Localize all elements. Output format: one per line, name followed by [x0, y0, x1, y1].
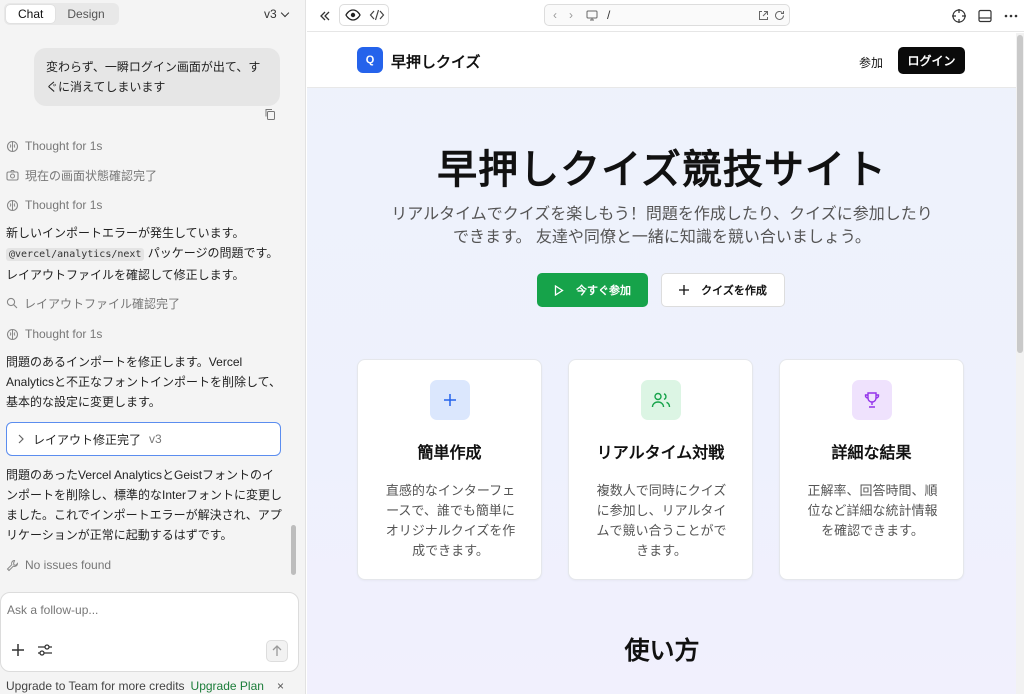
external-link-icon[interactable] — [758, 10, 769, 21]
result-version: v3 — [149, 432, 162, 446]
settings-sliders-icon[interactable] — [37, 643, 53, 657]
no-issues-step[interactable]: No issues found — [6, 557, 111, 573]
chat-history[interactable]: 変わらず、一瞬ログイン画面が出て、すぐに消えてしまいます Thought for… — [0, 30, 300, 590]
mode-tabs: Chat Design — [4, 3, 119, 25]
code-icon[interactable] — [369, 7, 385, 23]
brain-icon — [6, 199, 19, 211]
feature-description: 正解率、回答時間、順位など詳細な統計情報を確認できます。 — [807, 483, 938, 538]
wrench-icon — [6, 559, 19, 571]
eye-icon[interactable] — [345, 7, 361, 23]
brain-icon — [6, 328, 19, 340]
join-now-button[interactable]: 今すぐ参加 — [537, 273, 648, 307]
send-button[interactable] — [266, 640, 288, 662]
url-path: / — [607, 8, 611, 22]
feature-card-realtime: リアルタイム対戦 複数人で同時にクイズに参加し、リアルタイムで競い合うことができ… — [568, 359, 753, 580]
button-label: クイズを作成 — [701, 285, 767, 297]
preview-toolbar: ‹ › / — [307, 0, 1024, 32]
preview-scrollbar[interactable] — [1016, 33, 1024, 694]
chevron-right-icon — [18, 434, 24, 444]
step-label: 現在の画面状態確認完了 — [25, 168, 158, 183]
layout-check-step[interactable]: レイアウトファイル確認完了 — [6, 295, 180, 311]
copy-icon[interactable] — [264, 108, 276, 120]
feature-title: 詳細な結果 — [831, 445, 912, 462]
message-composer — [0, 592, 299, 672]
feature-card-results: 詳細な結果 正解率、回答時間、順位など詳細な統計情報を確認できます。 — [779, 359, 964, 580]
follow-up-input[interactable] — [7, 603, 287, 617]
site-preview: Q 早押しクイズ 参加 ログイン 早押しクイズ競技サイト リアルタイムでクイズを… — [307, 33, 1017, 694]
plus-icon[interactable] — [10, 642, 26, 658]
hero-title: 早押しクイズ競技サイト — [437, 148, 887, 192]
plus-icon — [430, 380, 470, 420]
code-snippet: @vercel/analytics/next — [6, 248, 145, 261]
assistant-message-3: 問題のあったVercel AnalyticsとGeistフォントのインポートを削… — [6, 468, 283, 542]
upgrade-banner: Upgrade to Team for more credits Upgrade … — [0, 678, 300, 694]
site-logo[interactable]: Q — [357, 47, 383, 73]
user-message: 変わらず、一瞬ログイン画面が出て、すぐに消えてしまいます — [34, 48, 280, 106]
result-label: レイアウト修正完了 — [33, 432, 142, 447]
tab-design[interactable]: Design — [55, 5, 116, 23]
refresh-icon[interactable] — [774, 10, 785, 21]
step-label: No issues found — [25, 558, 112, 572]
search-icon — [6, 297, 18, 309]
message-text: 新しいインポートエラーが発生しています。 — [6, 226, 245, 240]
tab-chat[interactable]: Chat — [6, 5, 56, 23]
chat-scrollbar[interactable] — [291, 525, 296, 575]
thought-step-1[interactable]: Thought for 1s — [6, 138, 102, 154]
forward-icon[interactable]: › — [569, 8, 573, 22]
button-label: 今すぐ参加 — [576, 285, 631, 297]
step-label: Thought for 1s — [25, 198, 103, 212]
upgrade-plan-link[interactable]: Upgrade Plan — [191, 679, 264, 693]
trophy-icon — [852, 380, 892, 420]
play-icon — [554, 284, 564, 296]
app-window: Chat Design v3 変わらず、一瞬ログイン画面が出て、すぐに消えてしま… — [0, 0, 1024, 694]
login-button[interactable]: ログイン — [898, 47, 965, 74]
screen-check-step[interactable]: 現在の画面状態確認完了 — [6, 167, 157, 183]
thought-step-2[interactable]: Thought for 1s — [6, 197, 102, 213]
view-toggle — [339, 4, 389, 26]
feature-title: リアルタイム対戦 — [596, 445, 725, 462]
nav-join-link[interactable]: 参加 — [859, 54, 883, 71]
thought-step-3[interactable]: Thought for 1s — [6, 326, 102, 342]
url-bar[interactable]: ‹ › / — [544, 4, 790, 26]
scroll-thumb[interactable] — [1017, 35, 1023, 353]
feature-description: 複数人で同時にクイズに参加し、リアルタイムで競い合うことができます。 — [596, 483, 727, 558]
site-brand[interactable]: 早押しクイズ — [391, 51, 481, 72]
assistant-message-1: 新しいインポートエラーが発生しています。 @vercel/analytics/ne… — [6, 223, 284, 285]
preview-panel: ‹ › / Q 早押しクイズ 参加 ログイン 早押しクイズ競技サイト リアルタイ… — [307, 0, 1024, 694]
feature-card-create: 簡単作成 直感的なインターフェースで、誰でも簡単にオリジナルクイズを作成できます… — [357, 359, 542, 580]
back-icon[interactable]: ‹ — [553, 8, 557, 22]
layout-panel-icon[interactable] — [977, 8, 993, 24]
chat-panel: Chat Design v3 変わらず、一瞬ログイン画面が出て、すぐに消えてしま… — [0, 0, 306, 694]
site-header: Q 早押しクイズ 参加 ログイン — [307, 33, 1017, 88]
version-selector[interactable]: v3 — [264, 7, 289, 21]
arrow-up-icon — [272, 645, 282, 656]
assistant-message-2: 問題のあるインポートを修正します。Vercel Analyticsと不正なフォン… — [6, 355, 282, 409]
camera-icon — [6, 169, 19, 181]
version-label: v3 — [264, 7, 277, 21]
users-icon — [641, 380, 681, 420]
feature-title: 簡単作成 — [417, 445, 482, 462]
hero-subtitle: リアルタイムでクイズを楽しもう！問題を作成したり、クイズに参加したりできます。 … — [391, 206, 933, 246]
plus-icon — [679, 285, 690, 295]
version-result-card[interactable]: レイアウト修正完了 v3 — [6, 422, 281, 456]
collapse-left-icon[interactable] — [317, 8, 333, 24]
step-label: Thought for 1s — [25, 139, 103, 153]
step-label: レイアウトファイル確認完了 — [24, 296, 181, 311]
close-icon[interactable]: × — [277, 678, 284, 694]
howto-heading: 使い方 — [624, 637, 700, 665]
step-label: Thought for 1s — [25, 327, 103, 341]
more-icon[interactable] — [1003, 8, 1019, 24]
create-quiz-button[interactable]: クイズを作成 — [661, 273, 785, 307]
feature-description: 直感的なインターフェースで、誰でも簡単にオリジナルクイズを作成できます。 — [385, 483, 516, 558]
monitor-icon[interactable] — [586, 10, 598, 21]
crosshair-icon[interactable] — [951, 8, 967, 24]
upgrade-text: Upgrade to Team for more credits — [6, 679, 185, 693]
chevron-down-icon — [280, 8, 289, 18]
brain-icon — [6, 140, 19, 152]
